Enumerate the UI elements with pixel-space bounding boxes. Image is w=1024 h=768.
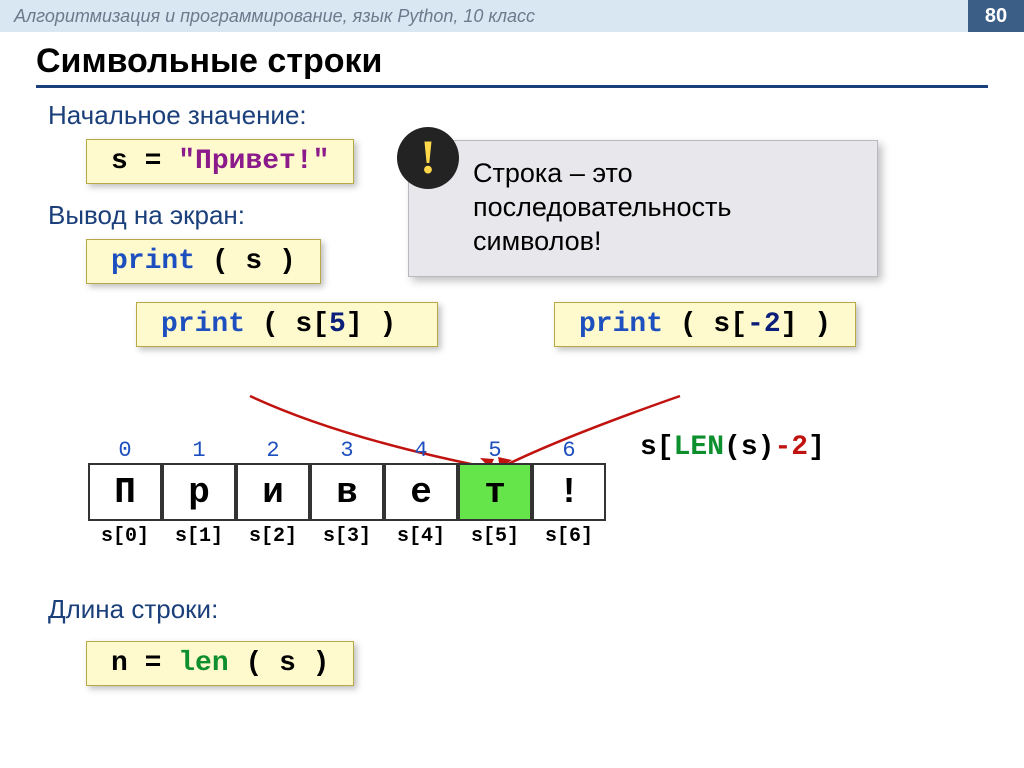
char-cell: ! <box>532 463 606 521</box>
length-section: Длина строки: n = len ( s ) <box>36 588 354 686</box>
page-title: Символьные строки <box>36 42 988 88</box>
code-print-s: print ( s ) <box>86 239 321 284</box>
expr-row: s[0] s[1] s[2] s[3] s[4] s[5] s[6] <box>88 521 606 548</box>
index-row: 0 1 2 3 4 5 6 <box>88 438 606 463</box>
code-assign: s = "Привет!" <box>86 139 354 184</box>
label-initial: Начальное значение: <box>48 100 988 131</box>
char-cell: р <box>162 463 236 521</box>
char-row: П р и в е т ! <box>88 463 606 521</box>
char-cell: е <box>384 463 458 521</box>
callout-text: Строка – это последовательность символов… <box>473 158 731 256</box>
two-prints-row: print ( s[5] ) print ( s[-2] ) <box>36 302 988 352</box>
header-bar: Алгоритмизация и программирование, язык … <box>0 0 1024 32</box>
char-cell: и <box>236 463 310 521</box>
code-print-s-neg2: print ( s[-2] ) <box>554 302 856 347</box>
page-number: 80 <box>968 0 1024 32</box>
char-cell-highlight: т <box>458 463 532 521</box>
breadcrumb: Алгоритмизация и программирование, язык … <box>14 6 535 27</box>
exclamation-icon: ! <box>397 127 459 189</box>
char-cell: П <box>88 463 162 521</box>
code-len: n = len ( s ) <box>86 641 354 686</box>
label-length: Длина строки: <box>48 594 354 625</box>
callout-box: ! Строка – это последовательность символ… <box>408 140 878 277</box>
char-cell: в <box>310 463 384 521</box>
char-table: 0 1 2 3 4 5 6 П р и в е т ! s[0] s[1] s[… <box>88 438 606 548</box>
code-print-s5: print ( s[5] ) <box>136 302 438 347</box>
len-minus-2-expr: s[LEN(s)-2] <box>640 432 825 463</box>
